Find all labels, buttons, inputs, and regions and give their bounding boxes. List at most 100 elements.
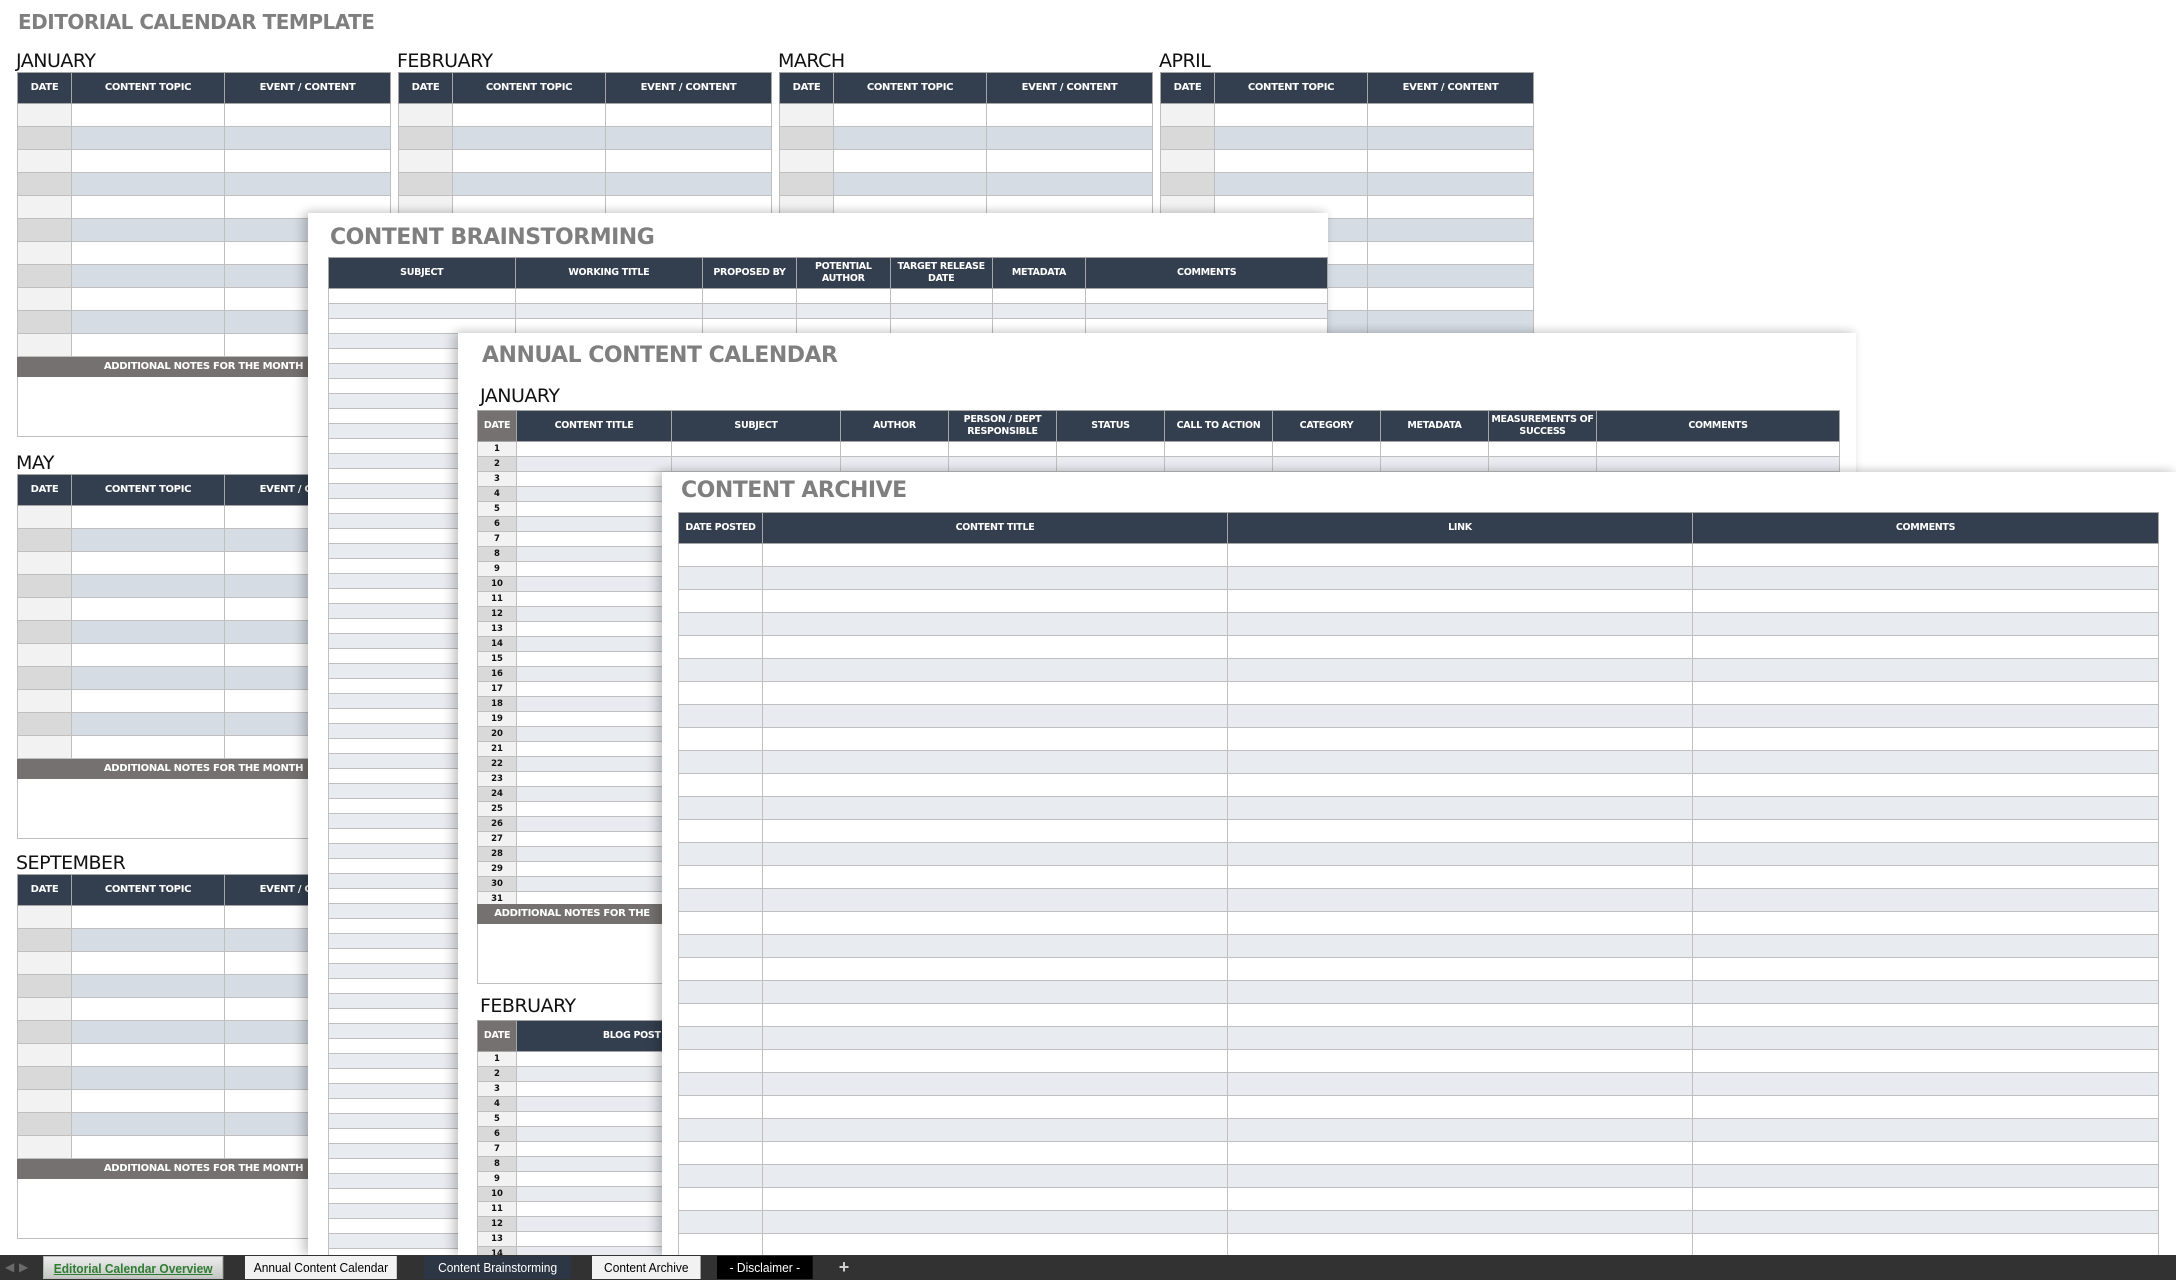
table-cell[interactable]	[1692, 1141, 2159, 1165]
date-cell[interactable]	[17, 1135, 72, 1159]
day-number-cell[interactable]: 7	[477, 1141, 517, 1157]
date-cell[interactable]	[17, 333, 72, 357]
table-cell[interactable]	[889, 288, 993, 304]
table-cell[interactable]	[678, 773, 763, 797]
table-cell[interactable]	[889, 318, 993, 334]
table-cell[interactable]	[1227, 681, 1693, 705]
content-topic-cell[interactable]	[71, 172, 225, 196]
date-cell[interactable]	[17, 1112, 72, 1136]
date-cell[interactable]	[1160, 103, 1215, 127]
table-cell[interactable]	[328, 318, 516, 334]
table-cell[interactable]	[1692, 1003, 2159, 1027]
table-cell[interactable]	[1227, 1118, 1693, 1142]
day-number-cell[interactable]: 5	[477, 501, 517, 517]
table-cell[interactable]	[678, 1072, 763, 1096]
table-cell[interactable]	[1056, 441, 1165, 457]
table-cell[interactable]	[762, 1003, 1228, 1027]
table-cell[interactable]	[1272, 456, 1381, 472]
table-cell[interactable]	[1227, 750, 1693, 774]
table-cell[interactable]	[1488, 441, 1597, 457]
table-cell[interactable]	[1692, 980, 2159, 1004]
content-topic-cell[interactable]	[71, 997, 225, 1021]
table-cell[interactable]	[678, 980, 763, 1004]
table-cell[interactable]	[516, 831, 672, 847]
table-cell[interactable]	[1227, 635, 1693, 659]
table-cell[interactable]	[678, 1118, 763, 1142]
content-topic-cell[interactable]	[71, 735, 225, 759]
table-cell[interactable]	[516, 606, 672, 622]
event-content-cell[interactable]	[986, 126, 1153, 150]
table-cell[interactable]	[516, 546, 672, 562]
table-cell[interactable]	[1227, 773, 1693, 797]
table-cell[interactable]	[678, 543, 763, 567]
table-cell[interactable]	[1692, 1187, 2159, 1211]
day-number-cell[interactable]: 4	[477, 1096, 517, 1112]
date-cell[interactable]	[17, 712, 72, 736]
table-cell[interactable]	[702, 318, 797, 334]
content-topic-cell[interactable]	[71, 103, 225, 127]
table-cell[interactable]	[516, 756, 672, 772]
table-cell[interactable]	[1227, 1095, 1693, 1119]
table-cell[interactable]	[1227, 1233, 1693, 1255]
table-cell[interactable]	[516, 486, 672, 502]
table-cell[interactable]	[516, 531, 672, 547]
day-number-cell[interactable]: 7	[477, 531, 517, 547]
content-topic-cell[interactable]	[71, 333, 225, 357]
content-topic-cell[interactable]	[71, 689, 225, 713]
tab-content-brainstorming[interactable]: Content Brainstorming	[424, 1256, 572, 1279]
table-cell[interactable]	[1380, 456, 1489, 472]
date-cell[interactable]	[17, 1043, 72, 1067]
content-topic-cell[interactable]	[833, 126, 987, 150]
table-cell[interactable]	[514, 288, 704, 304]
day-number-cell[interactable]: 10	[477, 576, 517, 592]
content-topic-cell[interactable]	[71, 264, 225, 288]
table-cell[interactable]	[678, 612, 763, 636]
table-cell[interactable]	[678, 1049, 763, 1073]
table-cell[interactable]	[1488, 456, 1597, 472]
event-content-cell[interactable]	[1367, 172, 1534, 196]
table-cell[interactable]	[1227, 1187, 1693, 1211]
table-cell[interactable]	[1692, 1210, 2159, 1234]
table-cell[interactable]	[1692, 1026, 2159, 1050]
date-cell[interactable]	[779, 172, 834, 196]
table-cell[interactable]	[678, 888, 763, 912]
day-number-cell[interactable]: 4	[477, 486, 517, 502]
date-cell[interactable]	[17, 149, 72, 173]
table-cell[interactable]	[1692, 1164, 2159, 1188]
table-cell[interactable]	[1692, 888, 2159, 912]
day-number-cell[interactable]: 29	[477, 861, 517, 877]
content-topic-cell[interactable]	[71, 1135, 225, 1159]
table-cell[interactable]	[889, 303, 993, 319]
table-cell[interactable]	[762, 980, 1228, 1004]
table-cell[interactable]	[762, 1141, 1228, 1165]
table-cell[interactable]	[678, 566, 763, 590]
day-number-cell[interactable]: 12	[477, 606, 517, 622]
content-topic-cell[interactable]	[71, 310, 225, 334]
day-number-cell[interactable]: 20	[477, 726, 517, 742]
event-content-cell[interactable]	[605, 149, 772, 173]
date-cell[interactable]	[779, 149, 834, 173]
table-cell[interactable]	[1227, 1072, 1693, 1096]
content-topic-cell[interactable]	[833, 172, 987, 196]
day-number-cell[interactable]: 14	[477, 1246, 517, 1255]
date-cell[interactable]	[17, 241, 72, 265]
event-content-cell[interactable]	[986, 172, 1153, 196]
date-cell[interactable]	[17, 951, 72, 975]
content-topic-cell[interactable]	[71, 195, 225, 219]
table-cell[interactable]	[516, 441, 672, 457]
table-cell[interactable]	[1227, 957, 1693, 981]
table-cell[interactable]	[1227, 566, 1693, 590]
day-number-cell[interactable]: 10	[477, 1186, 517, 1202]
table-cell[interactable]	[762, 888, 1228, 912]
day-number-cell[interactable]: 6	[477, 516, 517, 532]
table-cell[interactable]	[1227, 980, 1693, 1004]
table-cell[interactable]	[1085, 288, 1328, 304]
table-cell[interactable]	[516, 726, 672, 742]
day-number-cell[interactable]: 19	[477, 711, 517, 727]
day-number-cell[interactable]: 3	[477, 1081, 517, 1097]
table-cell[interactable]	[762, 750, 1228, 774]
table-cell[interactable]	[1227, 612, 1693, 636]
day-number-cell[interactable]: 2	[477, 456, 517, 472]
table-cell[interactable]	[762, 773, 1228, 797]
day-number-cell[interactable]: 14	[477, 636, 517, 652]
